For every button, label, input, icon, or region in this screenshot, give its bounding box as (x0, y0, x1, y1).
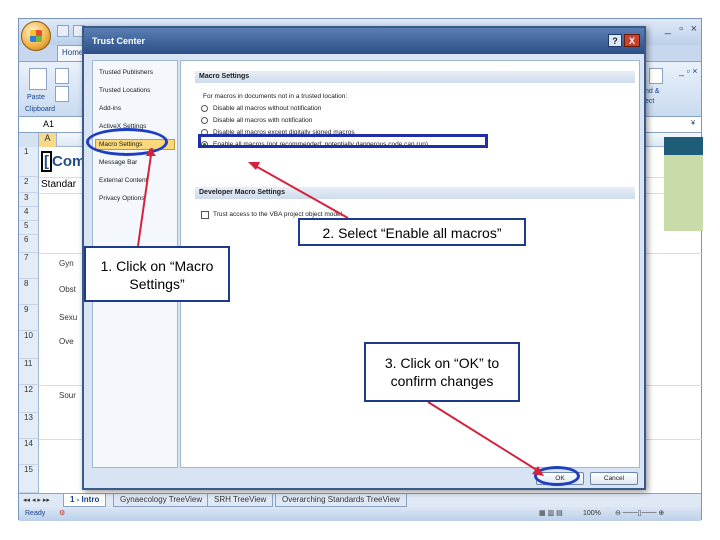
view-buttons-icon[interactable]: ▦ ▥ ▤ (539, 509, 563, 517)
zoom-slider[interactable]: ⊖ ───▯─── ⊕ (615, 509, 664, 517)
sheet-tab-srh[interactable]: SRH TreeView (207, 494, 274, 507)
row-header[interactable]: 9 (19, 305, 39, 331)
ribbon-minimize-icon[interactable]: _ ▫ × (679, 66, 697, 76)
row-header[interactable]: 6 (19, 235, 39, 253)
annotation-step1: 1. Click on “Macro Settings” (84, 246, 230, 302)
sheet-tab-gynaecology[interactable]: Gynaecology TreeView (113, 494, 210, 507)
ok-button-highlight (534, 466, 580, 486)
find-select-icon[interactable] (649, 68, 663, 84)
cancel-button[interactable]: Cancel (590, 472, 638, 485)
cell-a10[interactable]: Ove (59, 337, 74, 346)
tab-scroll-arrows-icon[interactable]: ◂◂ ◂ ▸ ▸▸ (23, 496, 50, 504)
radio-disable-with-notification[interactable]: Disable all macros with notification (201, 117, 313, 124)
nav-item-add-ins[interactable]: Add-ins (99, 105, 121, 112)
macro-intro-text: For macros in documents not in a trusted… (203, 93, 348, 100)
status-bar: Ready ⚙ ▦ ▥ ▤ 100% ⊖ ───▯─── ⊕ (19, 507, 701, 521)
row-header[interactable]: 2 (19, 177, 39, 193)
annotation-step3: 3. Click on “OK” to confirm changes (364, 342, 520, 402)
row-header[interactable]: 5 (19, 221, 39, 235)
expand-formula-icon[interactable]: ¥ (691, 120, 695, 127)
developer-settings-heading: Developer Macro Settings (195, 187, 635, 199)
macro-settings-heading: Macro Settings (195, 71, 635, 83)
close-button[interactable]: X (624, 34, 640, 47)
row-header[interactable]: 12 (19, 385, 39, 413)
cell-a7[interactable]: Gyn (59, 259, 74, 268)
dialog-title: Trust Center (84, 28, 644, 54)
close-window-icon[interactable]: × (691, 23, 697, 35)
header-fill-cell (664, 137, 703, 155)
macro-settings-highlight (86, 128, 168, 156)
find-label: nd & (645, 88, 660, 95)
select-all-corner[interactable] (19, 133, 39, 147)
macro-settings-panel: Macro Settings For macros in documents n… (180, 60, 640, 468)
row-header[interactable]: 10 (19, 331, 39, 359)
annotation-step2: 2. Select “Enable all macros” (298, 218, 526, 246)
radio-icon (201, 105, 208, 112)
row-header[interactable]: 4 (19, 207, 39, 221)
row-header[interactable]: 11 (19, 359, 39, 385)
clipboard-group-label: Clipboard (25, 106, 55, 113)
radio-icon (201, 117, 208, 124)
checkbox-label: Trust access to the VBA project object m… (213, 211, 343, 218)
cell-a8[interactable]: Obst (59, 285, 76, 294)
nav-item-trusted-locations[interactable]: Trusted Locations (99, 87, 150, 94)
row-header[interactable]: 14 (19, 439, 39, 465)
nav-item-privacy-options[interactable]: Privacy Options (99, 195, 145, 202)
checkbox-icon (201, 211, 209, 219)
sheet-tab-overarching[interactable]: Overarching Standards TreeView (275, 494, 407, 507)
column-a-header[interactable]: A (39, 133, 57, 147)
office-button[interactable] (21, 21, 51, 51)
active-cell-marker: [ (41, 151, 52, 172)
restore-icon[interactable]: ▫ (679, 23, 683, 35)
status-ready: Ready (25, 510, 46, 517)
copy-icon[interactable] (55, 86, 69, 102)
checkbox-trust-vba[interactable]: Trust access to the VBA project object m… (201, 211, 343, 219)
row-header[interactable]: 8 (19, 279, 39, 305)
row-header[interactable]: 13 (19, 413, 39, 439)
nav-item-trusted-publishers[interactable]: Trusted Publishers (99, 69, 153, 76)
zoom-level[interactable]: 100% (583, 510, 601, 517)
nav-item-external-content[interactable]: External Content (99, 177, 147, 184)
radio-label: Disable all macros with notification (213, 117, 313, 124)
enable-macros-highlight (198, 134, 488, 148)
row-header[interactable]: 15 (19, 465, 39, 493)
nav-item-message-bar[interactable]: Message Bar (99, 159, 137, 166)
row-header[interactable]: 1 (19, 147, 39, 177)
help-button[interactable]: ? (608, 34, 622, 47)
cell-a2[interactable]: Standar (41, 179, 76, 190)
minimize-icon[interactable]: _ (665, 23, 671, 35)
row-header[interactable]: 7 (19, 253, 39, 279)
save-icon[interactable] (57, 25, 69, 37)
name-box[interactable]: A1 (19, 117, 83, 133)
macro-record-icon[interactable]: ⚙ (59, 509, 65, 517)
cell-a12[interactable]: Sour (59, 391, 76, 400)
radio-label: Disable all macros without notification (213, 105, 322, 112)
paste-icon[interactable] (29, 68, 47, 90)
sheet-tab-strip: ◂◂ ◂ ▸ ▸▸ 1 - Intro Gynaecology TreeView… (19, 493, 701, 507)
green-fill-cells (664, 155, 703, 231)
paste-label: Paste (27, 94, 45, 101)
radio-disable-no-notification[interactable]: Disable all macros without notification (201, 105, 322, 112)
cut-icon[interactable] (55, 68, 69, 84)
row-header[interactable]: 3 (19, 193, 39, 207)
sheet-tab-intro[interactable]: 1 - Intro (63, 494, 107, 507)
screenshot-stage: _ ▫ × Home Paste Clipboard nd & ect _ ▫ … (0, 0, 720, 540)
select-label: ect (645, 98, 655, 105)
cell-a9[interactable]: Sexu (59, 313, 77, 322)
